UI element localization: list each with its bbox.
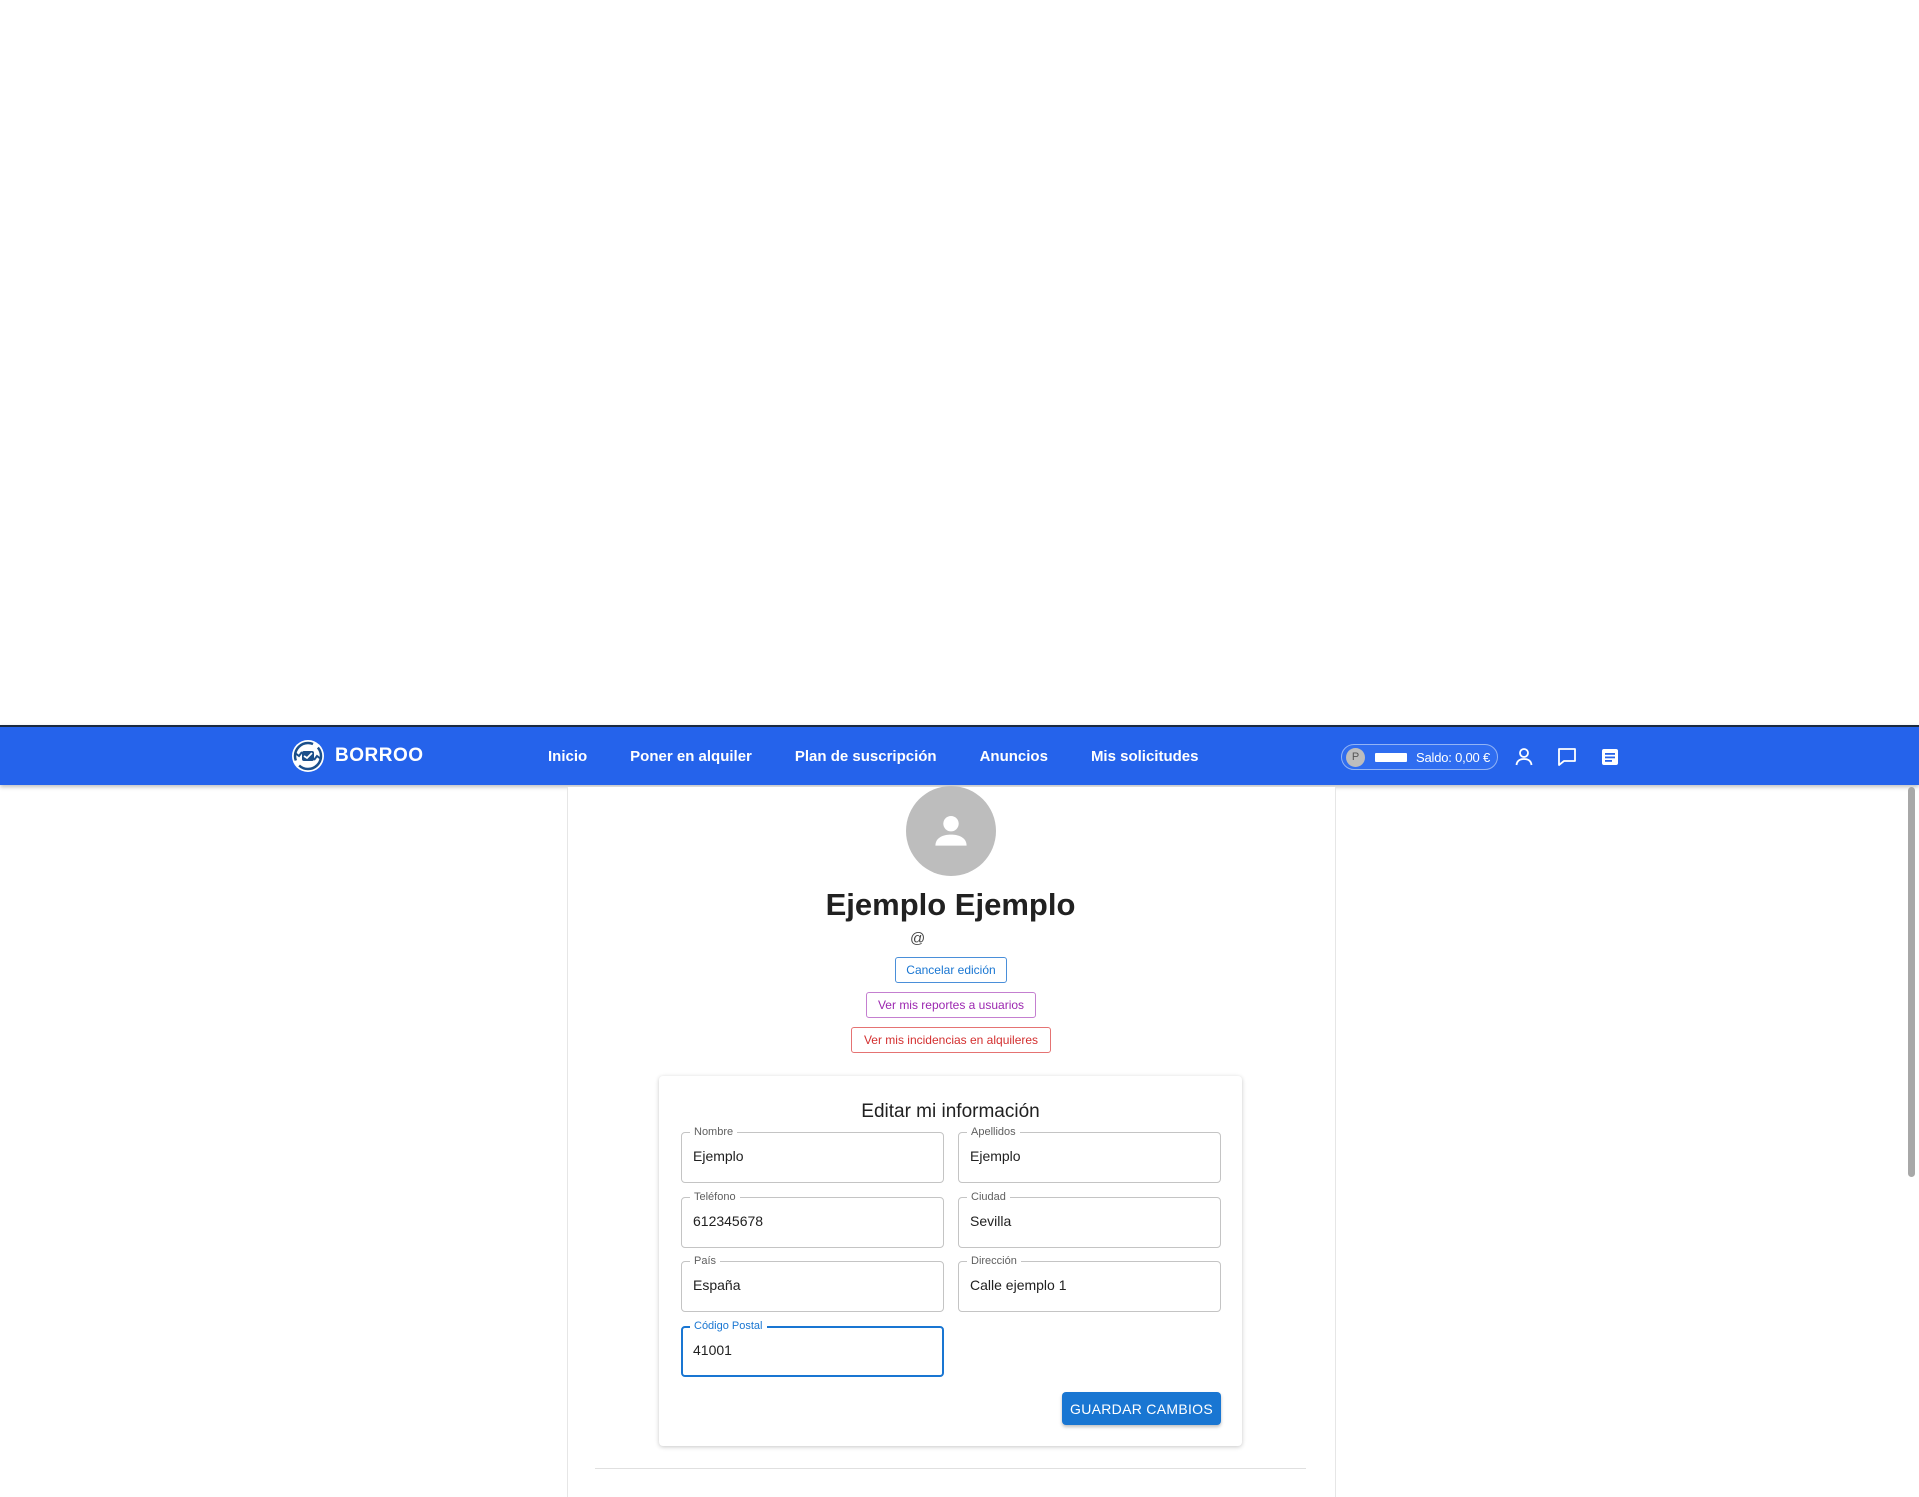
section-divider bbox=[595, 1468, 1306, 1469]
top-navbar: BORROO Inicio Poner en alquiler Plan de … bbox=[0, 725, 1919, 785]
field-label: Apellidos bbox=[967, 1125, 1020, 1139]
direccion-input[interactable] bbox=[970, 1277, 1210, 1293]
codigo-postal-field[interactable]: Código Postal bbox=[681, 1319, 944, 1377]
telefono-field[interactable]: Teléfono bbox=[681, 1190, 944, 1248]
nav-link-poner-en-alquiler[interactable]: Poner en alquiler bbox=[630, 748, 752, 765]
notes-icon[interactable] bbox=[1599, 746, 1621, 768]
profile-name: Ejemplo Ejemplo bbox=[825, 887, 1076, 922]
nav-links: Inicio Poner en alquiler Plan de suscrip… bbox=[548, 727, 1241, 785]
brand-name: BORROO bbox=[335, 745, 424, 766]
view-reports-button[interactable]: Ver mis reportes a usuarios bbox=[866, 992, 1036, 1018]
nav-link-plan-suscripcion[interactable]: Plan de suscripción bbox=[795, 748, 937, 765]
profile-username: @ bbox=[910, 930, 926, 947]
cancel-edit-button[interactable]: Cancelar edición bbox=[895, 957, 1007, 983]
apellidos-field[interactable]: Apellidos bbox=[958, 1125, 1221, 1183]
chat-icon[interactable] bbox=[1556, 746, 1578, 768]
profile-avatar bbox=[906, 786, 996, 876]
user-icon[interactable] bbox=[1513, 746, 1535, 768]
nombre-input[interactable] bbox=[693, 1148, 933, 1164]
telefono-input[interactable] bbox=[693, 1213, 933, 1229]
view-incidents-button[interactable]: Ver mis incidencias en alquileres bbox=[851, 1027, 1051, 1053]
field-label: País bbox=[690, 1254, 721, 1268]
field-label: Nombre bbox=[690, 1125, 738, 1139]
ciudad-field[interactable]: Ciudad bbox=[958, 1190, 1221, 1248]
pais-field[interactable]: País bbox=[681, 1254, 944, 1312]
redacted-username-bar bbox=[1375, 752, 1407, 762]
save-changes-button[interactable]: GUARDAR CAMBIOS bbox=[1062, 1392, 1221, 1425]
balance-label: Saldo: 0,00 € bbox=[1416, 749, 1491, 765]
field-label: Dirección bbox=[967, 1254, 1021, 1268]
borroo-logo-icon bbox=[292, 740, 324, 772]
balance-avatar: P bbox=[1346, 747, 1365, 767]
nombre-field[interactable]: Nombre bbox=[681, 1125, 944, 1183]
field-label: Ciudad bbox=[967, 1190, 1010, 1204]
balance-chip[interactable]: P Saldo: 0,00 € bbox=[1341, 744, 1498, 770]
nav-link-anuncios[interactable]: Anuncios bbox=[980, 748, 1048, 765]
codigo-postal-input[interactable] bbox=[693, 1342, 933, 1358]
pais-input[interactable] bbox=[693, 1277, 933, 1293]
brand-logo[interactable]: BORROO bbox=[291, 739, 424, 773]
field-label: Teléfono bbox=[690, 1190, 740, 1204]
edit-info-title: Editar mi información bbox=[861, 1101, 1040, 1122]
ciudad-input[interactable] bbox=[970, 1213, 1210, 1229]
person-icon bbox=[935, 815, 967, 846]
page-scrollbar[interactable] bbox=[1908, 787, 1915, 1177]
nav-link-inicio[interactable]: Inicio bbox=[548, 748, 587, 765]
nav-link-mis-solicitudes[interactable]: Mis solicitudes bbox=[1091, 748, 1199, 765]
field-label: Código Postal bbox=[690, 1319, 767, 1333]
direccion-field[interactable]: Dirección bbox=[958, 1254, 1221, 1312]
apellidos-input[interactable] bbox=[970, 1148, 1210, 1164]
